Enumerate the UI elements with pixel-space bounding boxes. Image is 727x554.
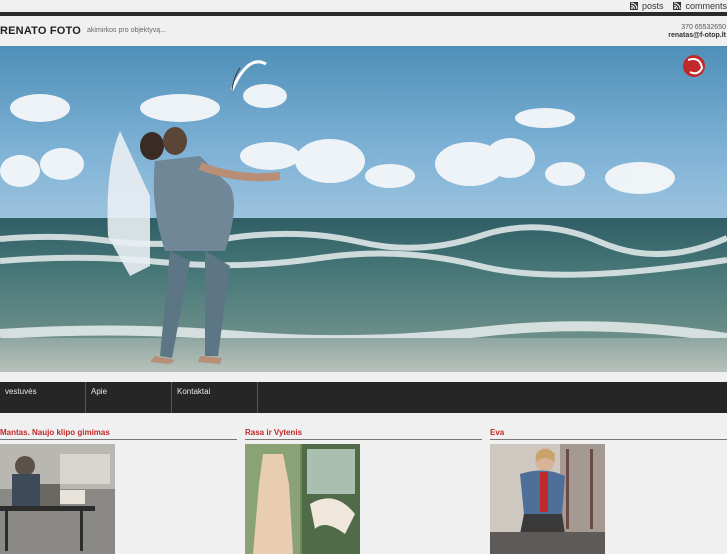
- post-card: Rasa ir Vytenis: [245, 428, 482, 554]
- posts-feed-label: posts: [641, 1, 664, 11]
- hero-banner: [0, 46, 727, 372]
- post-title[interactable]: Rasa ir Vytenis: [245, 428, 482, 440]
- site-title[interactable]: RENATO FOTO: [0, 25, 81, 37]
- post-thumbnail[interactable]: [0, 444, 115, 554]
- main-navigation: vestuvės Apie Kontaktai: [0, 382, 727, 413]
- logo-mark: [683, 55, 705, 77]
- feed-bar: posts comments: [0, 0, 727, 12]
- nav-item-vestuves[interactable]: vestuvės: [0, 382, 86, 413]
- post-card: Eva: [490, 428, 727, 554]
- comments-feed-link[interactable]: comments: [673, 0, 727, 12]
- post-title[interactable]: Eva: [490, 428, 727, 440]
- rss-icon: [629, 2, 638, 10]
- phone-number: 370 65532650: [681, 24, 726, 31]
- post-thumbnail[interactable]: [245, 444, 360, 554]
- post-card: Mantas. Naujo klipo gimimas: [0, 428, 237, 554]
- contact-info: 370 65532650 renatas@f-otop.lt: [668, 24, 726, 40]
- comments-feed-label: comments: [685, 1, 727, 11]
- email-address[interactable]: renatas@f-otop.lt: [668, 32, 726, 40]
- site-header: RENATO FOTO akimirkos pro objektyvą... 3…: [0, 16, 727, 46]
- feed-links: posts comments: [629, 0, 727, 12]
- nav-item-apie[interactable]: Apie: [86, 382, 172, 413]
- post-thumbnail[interactable]: [490, 444, 605, 554]
- rss-icon: [673, 2, 682, 10]
- posts-feed-link[interactable]: posts: [629, 0, 664, 12]
- post-title[interactable]: Mantas. Naujo klipo gimimas: [0, 428, 237, 440]
- site-tagline: akimirkos pro objektyvą...: [87, 27, 166, 34]
- nav-item-kontaktai[interactable]: Kontaktai: [172, 382, 258, 413]
- posts-section: Mantas. Naujo klipo gimimas Rasa ir Vyte…: [0, 428, 727, 554]
